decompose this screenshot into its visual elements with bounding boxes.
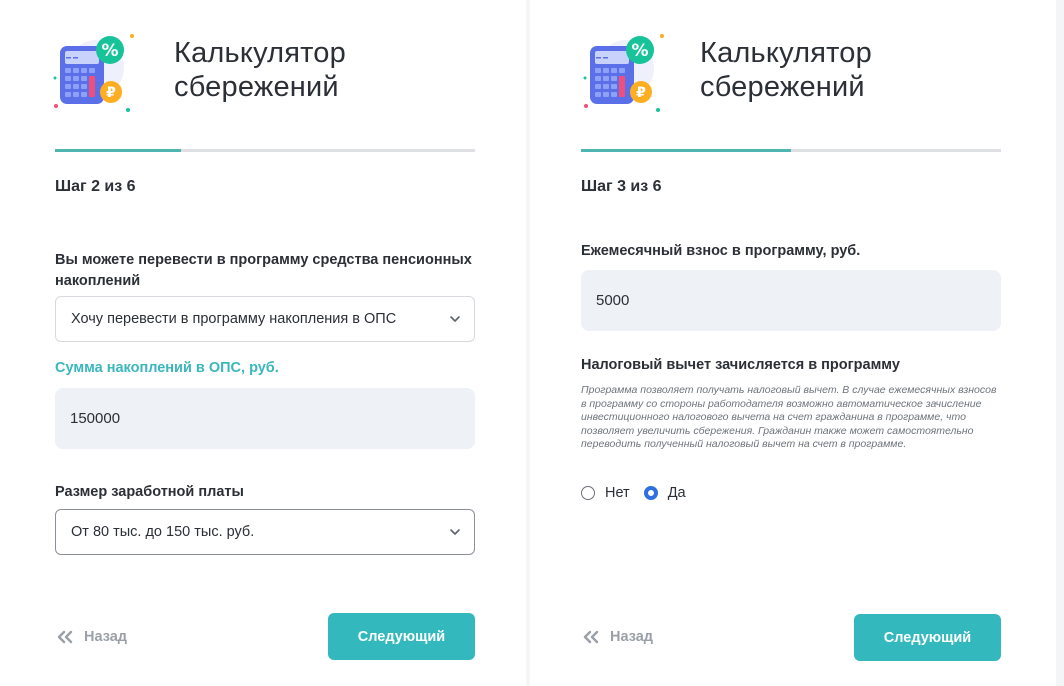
double-chevron-left-icon (57, 630, 73, 644)
next-button[interactable]: Следующий (854, 614, 1001, 661)
back-button[interactable]: Назад (581, 626, 653, 648)
radio-label: Да (667, 485, 686, 501)
progress-bar (55, 149, 475, 152)
progress-bar (581, 149, 1001, 152)
calculator-logo-icon: % ₽ (583, 34, 664, 112)
savings-label: Сумма накоплений в ОПС, руб. (55, 360, 279, 376)
tax-hint: Программа позволяет получать налоговый в… (581, 384, 997, 450)
salary-select-value: От 80 тыс. до 150 тыс. руб. (71, 524, 255, 540)
step-indicator: Шаг 3 из 6 (581, 178, 662, 195)
double-chevron-left-icon (583, 630, 599, 644)
calculator-logo-icon: % ₽ (53, 34, 134, 112)
monthly-label: Ежемесячный взнос в программу, руб. (581, 243, 861, 259)
chevron-down-icon (450, 529, 460, 535)
svg-text:₽: ₽ (106, 85, 116, 101)
step-indicator: Шаг 2 из 6 (55, 178, 136, 195)
salary-select[interactable]: От 80 тыс. до 150 тыс. руб. (55, 509, 475, 555)
back-button[interactable]: Назад (55, 626, 127, 648)
svg-text:%: % (631, 41, 648, 61)
radio-button[interactable] (643, 486, 658, 500)
progress-fill (55, 149, 181, 152)
back-button-label: Назад (610, 629, 653, 645)
monthly-input[interactable] (581, 270, 1001, 331)
calculator-card-step-3: % ₽ Калькулятор сбережений Шаг 3 из 6 Еж… (530, 0, 1056, 686)
svg-text:%: % (101, 41, 118, 61)
radio-option-yes[interactable]: Да (643, 485, 686, 501)
tax-label: Налоговый вычет зачисляется в программу (581, 357, 900, 373)
svg-text:₽: ₽ (636, 85, 646, 101)
back-button-label: Назад (84, 629, 127, 645)
transfer-label: Вы можете перевести в программу средства… (55, 252, 472, 289)
savings-input[interactable] (55, 388, 475, 449)
chevron-down-icon (450, 316, 460, 322)
transfer-select-value: Хочу перевести в программу накопления в … (71, 311, 397, 327)
next-button[interactable]: Следующий (328, 613, 475, 660)
progress-fill (581, 149, 791, 152)
radio-button[interactable] (581, 486, 595, 500)
radio-label: Нет (605, 485, 630, 501)
tax-radio-group: Нет Да (581, 483, 700, 503)
calculator-card-step-2: % ₽ Калькулятор сбережений Шаг 2 из 6 Вы… (0, 0, 526, 686)
transfer-select[interactable]: Хочу перевести в программу накопления в … (55, 296, 475, 342)
page-title: Калькулятор сбережений (700, 37, 872, 103)
salary-label: Размер заработной платы (55, 484, 244, 500)
radio-option-no[interactable]: Нет (581, 485, 630, 501)
page-title: Калькулятор сбережений (174, 37, 346, 103)
